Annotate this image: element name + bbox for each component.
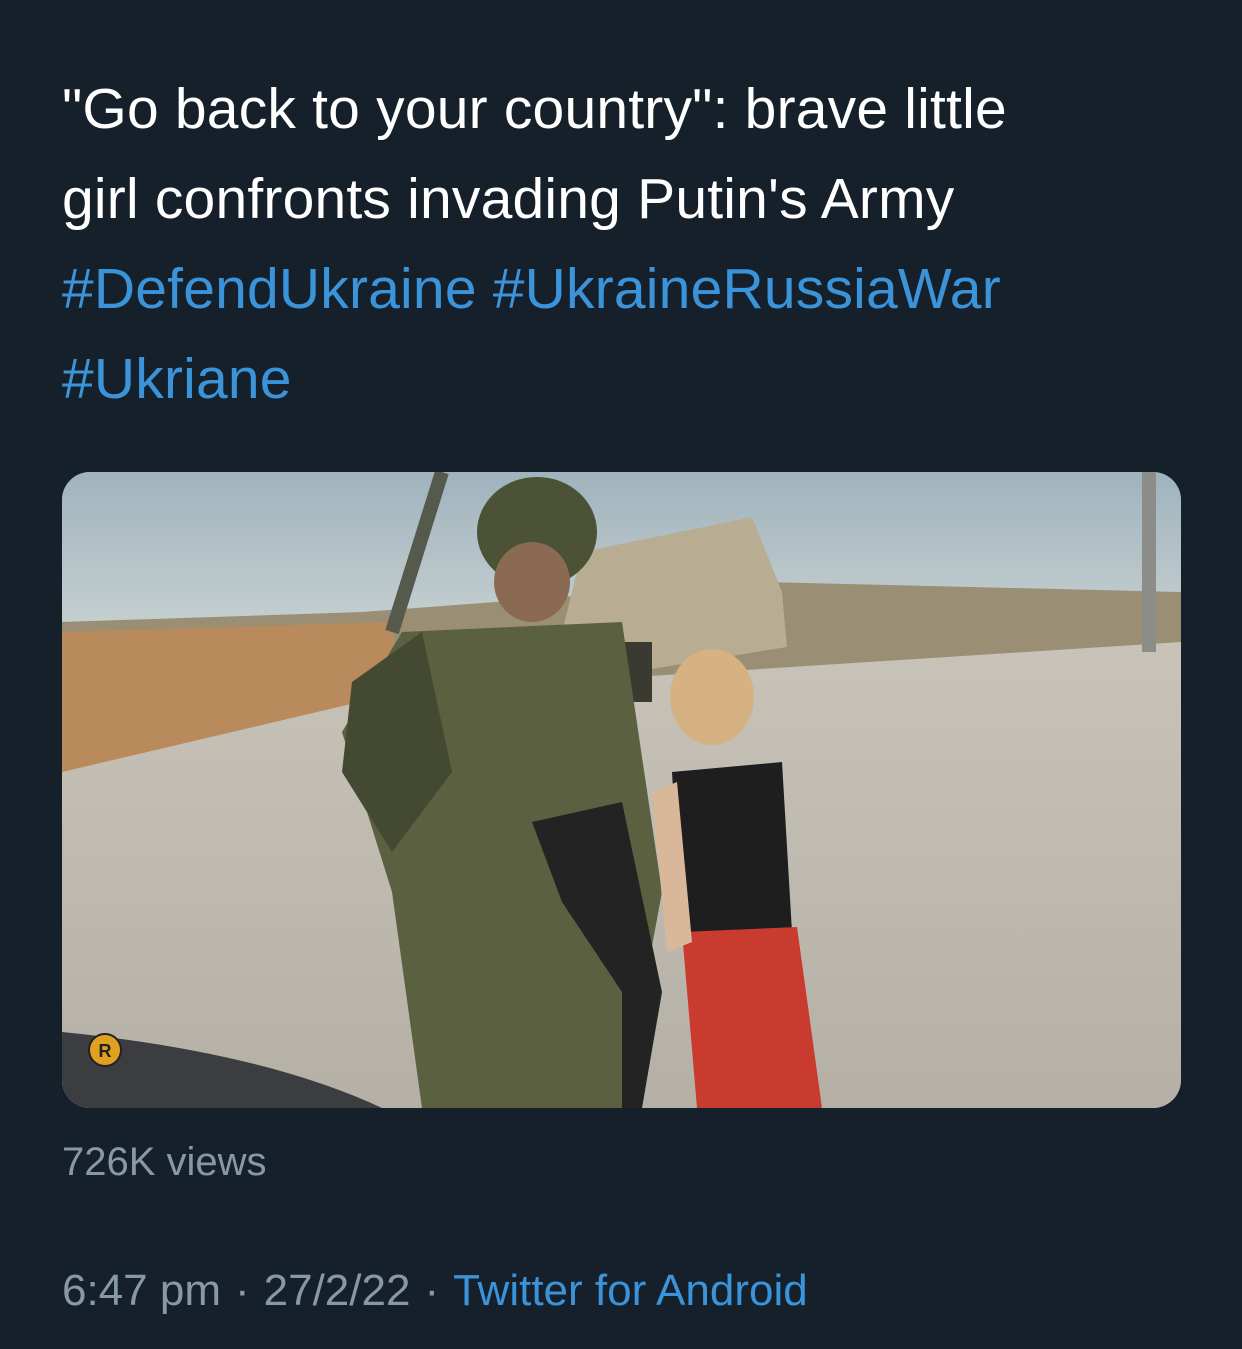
hashtag-ukrainerussiawar[interactable]: #UkraineRussiaWar <box>493 257 1001 321</box>
tweet-text-line-2: girl confronts invading Putin's Army <box>62 167 955 231</box>
hashtag-ukriane[interactable]: #Ukriane <box>62 347 292 411</box>
view-count: 726K views <box>62 1140 267 1184</box>
separator: · <box>234 1266 250 1315</box>
hashtag-line: #DefendUkraine #UkraineRussiaWar <box>62 244 1202 334</box>
girl-head <box>670 649 754 745</box>
tweet-text-line-1: "Go back to your country": brave little <box>62 77 1007 141</box>
watermark-letter: R <box>99 1041 112 1061</box>
soldier-face <box>494 542 570 622</box>
tweet-metadata: 6:47 pm · 27/2/22 · Twitter for Android <box>62 1266 808 1316</box>
separator-2: · <box>424 1266 440 1315</box>
tweet-text: "Go back to your country": brave little … <box>62 64 1202 424</box>
hashtag-defendukraine[interactable]: #DefendUkraine <box>62 257 477 321</box>
hashtag-line-2: #Ukriane <box>62 334 1202 424</box>
tweet-source-link[interactable]: Twitter for Android <box>453 1266 808 1315</box>
tweet-detail: "Go back to your country": brave little … <box>0 0 1242 1349</box>
pole <box>1142 472 1156 652</box>
video-thumbnail[interactable]: R <box>62 472 1181 1108</box>
tweet-time: 6:47 pm <box>62 1266 221 1315</box>
video-frame: R <box>62 472 1181 1108</box>
girl-top <box>672 762 792 942</box>
tweet-date: 27/2/22 <box>263 1266 411 1315</box>
